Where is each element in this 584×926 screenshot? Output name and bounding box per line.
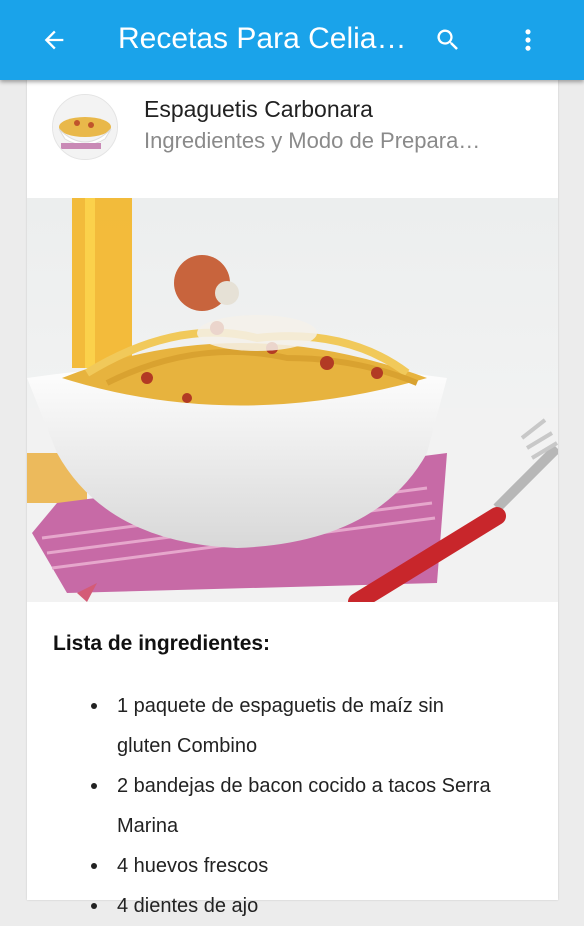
list-item: 2 bandejas de bacon cocido a tacos Serra…	[91, 766, 497, 846]
search-icon[interactable]	[434, 26, 462, 54]
list-item: 1 paquete de espaguetis de maíz sin glut…	[91, 686, 497, 766]
bullet	[91, 783, 97, 789]
ingredients-heading: Lista de ingredientes:	[53, 632, 271, 655]
recipe-subtitle: Ingredientes y Modo de Prepara…	[144, 128, 481, 153]
recipe-photo	[27, 198, 558, 602]
recipe-thumbnail	[52, 94, 118, 160]
app-bar: Recetas Para Celia…	[0, 0, 584, 80]
list-item: 4 huevos frescos	[91, 846, 497, 886]
pasta-thumbnail-icon	[53, 95, 117, 159]
bullet	[91, 863, 97, 869]
more-vert-icon[interactable]	[514, 26, 542, 54]
recipe-header[interactable]: Espaguetis Carbonara Ingredientes y Modo…	[27, 80, 558, 198]
pasta-dish-image	[27, 198, 558, 602]
recipe-card: Espaguetis Carbonara Ingredientes y Modo…	[27, 80, 558, 917]
ingredients-list: 1 paquete de espaguetis de maíz sin glut…	[27, 686, 497, 926]
bullet	[91, 903, 97, 909]
back-arrow-icon[interactable]	[40, 26, 68, 54]
app-title: Recetas Para Celia…	[118, 22, 407, 55]
recipe-title: Espaguetis Carbonara	[144, 96, 373, 122]
bullet	[91, 703, 97, 709]
list-item: 4 dientes de ajo	[91, 886, 497, 926]
